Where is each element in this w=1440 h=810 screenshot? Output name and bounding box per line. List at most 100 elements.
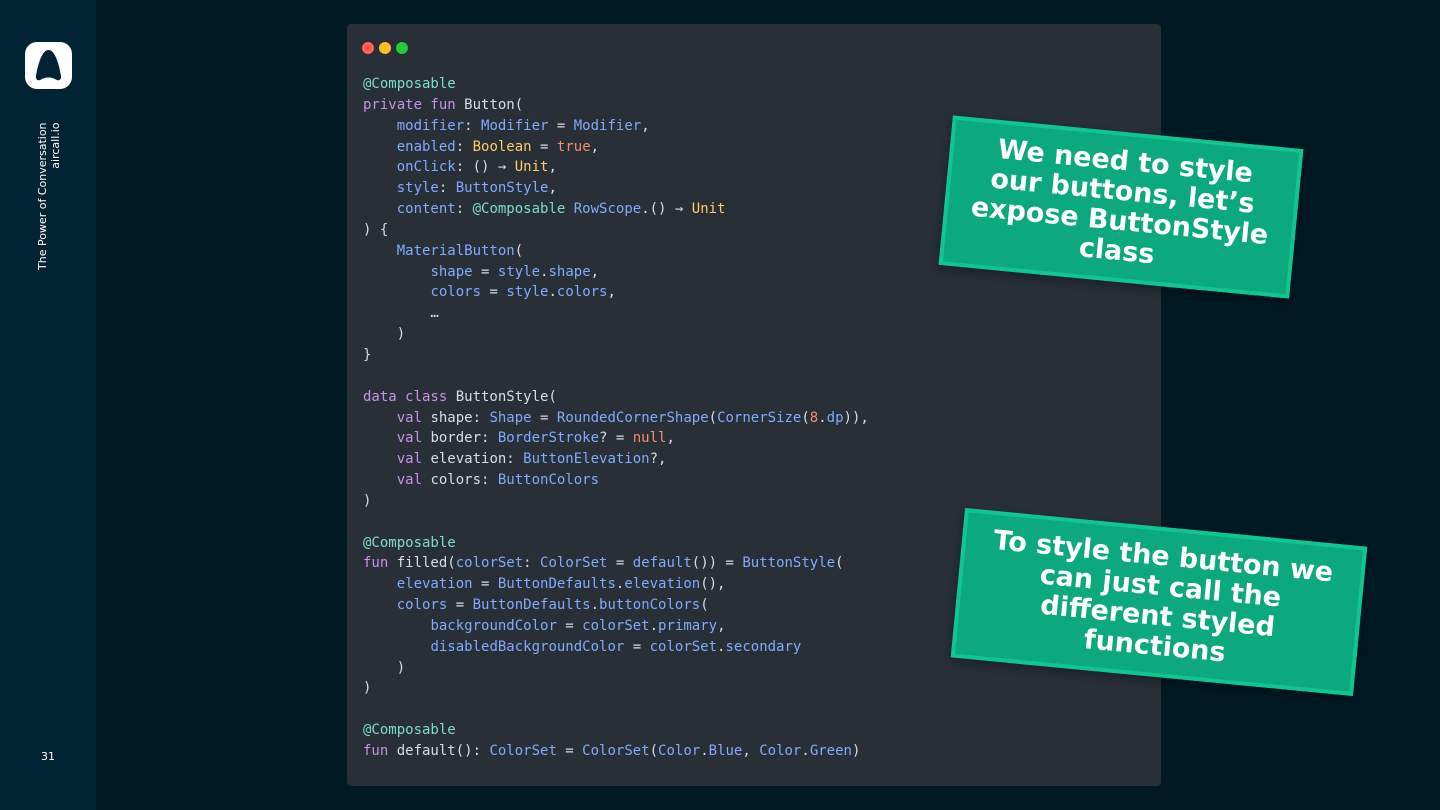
code-token: , — [548, 180, 557, 197]
code-line: fun default(): ColorSet = ColorSet(Color… — [363, 741, 869, 762]
code-token: @Composable — [472, 201, 574, 218]
aircall-logo-icon — [35, 50, 62, 81]
code-token: , — [590, 138, 600, 155]
code-token: true — [556, 138, 591, 155]
minimize-dot-icon — [379, 42, 391, 54]
code-token: ) — [363, 326, 406, 343]
code-token: ColorSet — [582, 743, 650, 759]
code-token: ) — [363, 680, 372, 697]
code-line: modifier: Modifier = Modifier, — [363, 116, 869, 137]
code-token: = — [548, 117, 574, 134]
code-token: = — [472, 576, 498, 593]
annotation-note-text: We need to style our buttons, let’s expo… — [969, 134, 1270, 271]
code-token: ButtonStyle( — [455, 388, 557, 405]
code-token: (), — [700, 576, 726, 593]
code-token: ButtonElevation — [523, 451, 650, 468]
page-number: 31 — [41, 750, 55, 763]
code-token: = — [531, 138, 557, 155]
code-line: … — [363, 303, 869, 324]
code-token: ()) = — [691, 555, 743, 572]
code-token: val — [396, 409, 431, 426]
code-token: : — [438, 180, 456, 197]
code-line: ) — [363, 678, 869, 699]
code-token: colorSet — [455, 555, 524, 572]
code-token: @Composable — [363, 534, 456, 551]
code-token: , — [666, 430, 675, 447]
code-token: shape — [430, 263, 473, 280]
code-token: ) — [363, 492, 372, 509]
code-token: Button( — [464, 96, 524, 113]
code-line: @Composable — [363, 74, 869, 95]
code-token: . — [818, 409, 827, 426]
annotation-note-text: To style the button we can just call the… — [992, 524, 1335, 669]
code-token: … — [363, 305, 439, 322]
code-line: private fun Button( — [363, 95, 869, 116]
code-token: )), — [843, 409, 869, 426]
code-token: 8 — [809, 409, 819, 426]
code-line: @Composable — [363, 720, 869, 741]
code-token: . — [700, 743, 709, 759]
code-token: fun — [363, 743, 397, 759]
code-token: enabled — [396, 138, 456, 155]
code-token: filled( — [396, 555, 456, 572]
code-token: buttonColors — [599, 597, 701, 614]
maximize-dot-icon — [396, 42, 408, 54]
code-token: Unit — [514, 159, 549, 176]
code-line: shape = style.shape, — [363, 262, 869, 283]
code-token: ButtonDefaults — [497, 576, 616, 593]
code-token: colorSet — [649, 638, 718, 655]
code-token: colors — [556, 284, 608, 301]
code-token: = — [556, 617, 583, 634]
code-token: Unit — [691, 201, 726, 218]
code-token: BorderStroke — [497, 430, 600, 447]
code-token: = — [447, 597, 473, 614]
code-token: elevation: — [430, 451, 524, 468]
code-token: Modifier — [481, 117, 549, 134]
code-token: = — [481, 284, 507, 301]
brand-tagline: The Power of Conversation aircall.io — [36, 122, 62, 270]
code-token: ( — [801, 409, 810, 426]
code-token: style — [396, 180, 439, 197]
code-token: } — [363, 346, 372, 363]
code-token: ?, — [649, 451, 667, 468]
code-token: Modifier — [573, 117, 642, 134]
code-token: Green — [809, 743, 852, 759]
code-line: val border: BorderStroke? = null, — [363, 428, 869, 449]
code-token: Shape — [489, 409, 532, 426]
code-block: @Composable private fun Button( modifier:… — [363, 74, 869, 762]
code-line: content: @Composable RowScope.() → Unit — [363, 199, 869, 220]
code-token: = — [556, 743, 583, 759]
window-controls — [362, 39, 413, 58]
code-token: . — [548, 284, 557, 301]
code-line: disabledBackgroundColor = colorSet.secon… — [363, 637, 869, 658]
code-line: backgroundColor = colorSet.primary, — [363, 616, 869, 637]
code-token: default — [632, 555, 692, 572]
code-line: ) — [363, 324, 869, 345]
code-line: ) — [363, 491, 869, 512]
aircall-logo — [25, 42, 72, 89]
code-line: colors = style.colors, — [363, 282, 869, 303]
code-token: @Composable — [363, 722, 456, 739]
code-token: @Composable — [363, 76, 456, 92]
code-token: private fun — [363, 96, 465, 113]
code-token: content — [396, 201, 456, 218]
code-token: colors — [430, 284, 482, 301]
code-line: ) { — [363, 220, 869, 241]
code-token: . — [801, 743, 810, 759]
code-token: , — [607, 284, 616, 301]
code-token: ButtonDefaults — [472, 597, 591, 614]
code-token: disabledBackgroundColor — [430, 638, 625, 655]
code-token: ButtonStyle — [742, 555, 836, 572]
code-token: onClick — [396, 159, 456, 176]
code-line: style: ButtonStyle, — [363, 178, 869, 199]
